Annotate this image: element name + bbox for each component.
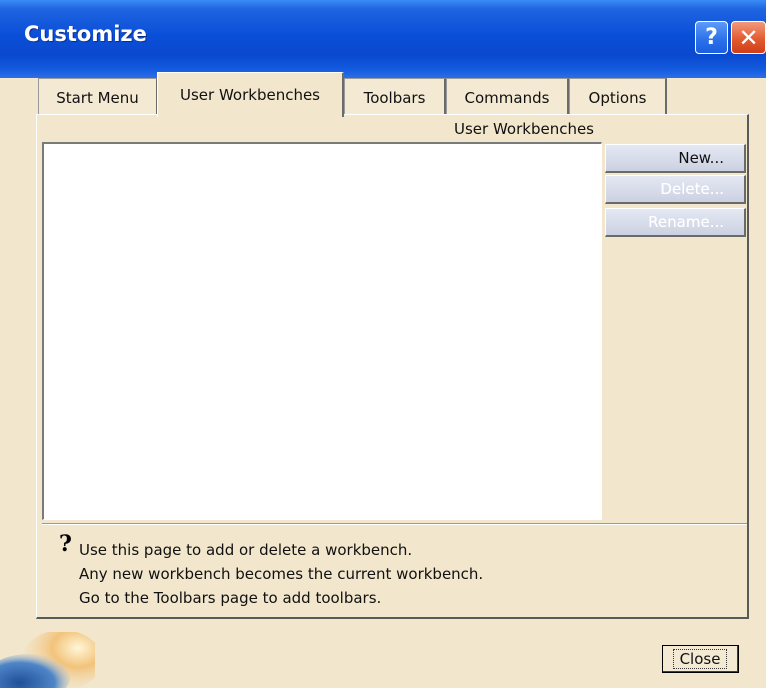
tab-user-workbenches[interactable]: User Workbenches xyxy=(157,72,344,117)
customize-dialog: Customize ? ✕ Start Menu User Workbenche… xyxy=(0,0,766,688)
question-mark-icon: ? xyxy=(705,25,718,50)
workbenches-list[interactable] xyxy=(42,142,602,520)
help-text-line-2: Any new workbench becomes the current wo… xyxy=(79,565,484,583)
tab-toolbars[interactable]: Toolbars xyxy=(344,78,446,116)
tab-label: Options xyxy=(588,88,647,107)
new-button-label: New... xyxy=(678,149,724,167)
delete-button-label: Delete... xyxy=(660,180,724,198)
close-button[interactable]: Close xyxy=(662,645,739,673)
delete-button[interactable]: Delete... xyxy=(605,175,746,204)
workbenches-list-label: User Workbenches xyxy=(454,120,594,138)
title-bar[interactable]: Customize ? ✕ xyxy=(0,0,766,78)
rename-button[interactable]: Rename... xyxy=(605,208,746,237)
window-title: Customize xyxy=(24,22,147,46)
tab-label: Start Menu xyxy=(56,88,139,107)
help-text-line-3: Go to the Toolbars page to add toolbars. xyxy=(79,589,382,607)
help-button[interactable]: ? xyxy=(695,21,728,54)
help-text-line-1: Use this page to add or delete a workben… xyxy=(79,541,413,559)
app-logo-icon xyxy=(0,632,95,688)
tab-label: User Workbenches xyxy=(180,86,320,104)
rename-button-label: Rename... xyxy=(648,213,724,231)
close-window-button[interactable]: ✕ xyxy=(731,21,766,54)
close-button-label: Close xyxy=(672,648,728,669)
tab-start-menu[interactable]: Start Menu xyxy=(38,78,158,116)
tab-commands[interactable]: Commands xyxy=(446,78,569,116)
divider xyxy=(42,523,747,525)
help-question-icon: ? xyxy=(59,531,72,557)
tab-label: Toolbars xyxy=(363,88,426,107)
tab-options[interactable]: Options xyxy=(569,78,667,116)
tab-label: Commands xyxy=(464,88,550,107)
new-button[interactable]: New... xyxy=(605,144,746,173)
close-icon: ✕ xyxy=(738,23,759,52)
